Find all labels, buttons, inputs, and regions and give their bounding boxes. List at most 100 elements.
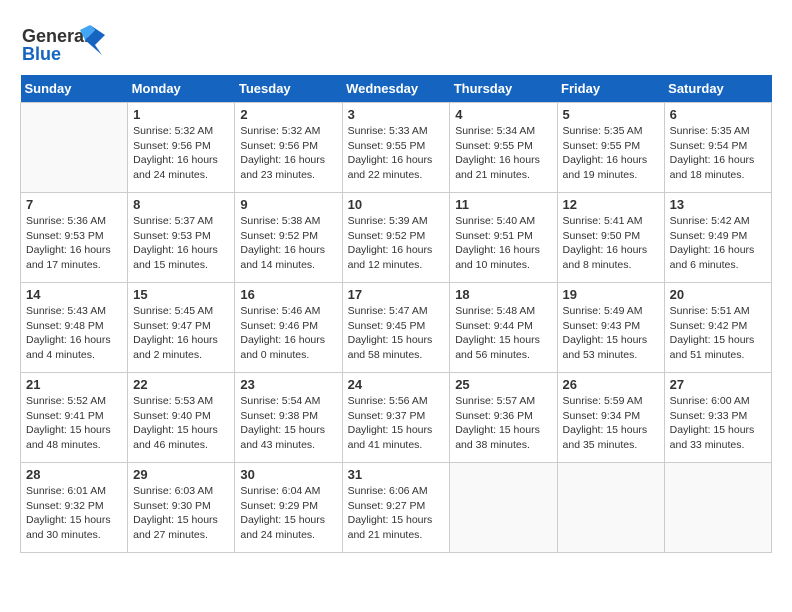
daylight: Daylight: 16 hours and 17 minutes.: [26, 244, 111, 271]
calendar-cell: 9 Sunrise: 5:38 AMSunset: 9:52 PMDaylight…: [235, 193, 342, 283]
day-number: 3: [348, 107, 445, 122]
sunset: Sunset: 9:50 PM: [563, 230, 641, 242]
calendar-cell: 4 Sunrise: 5:34 AMSunset: 9:55 PMDaylight…: [450, 103, 557, 193]
sunrise: Sunrise: 5:48 AM: [455, 305, 535, 317]
day-info: Sunrise: 5:33 AMSunset: 9:55 PMDaylight:…: [348, 124, 445, 183]
day-number: 26: [563, 377, 659, 392]
calendar-week-row: 7 Sunrise: 5:36 AMSunset: 9:53 PMDaylight…: [21, 193, 772, 283]
sunrise: Sunrise: 5:49 AM: [563, 305, 643, 317]
day-number: 21: [26, 377, 122, 392]
day-number: 25: [455, 377, 551, 392]
day-number: 19: [563, 287, 659, 302]
day-info: Sunrise: 5:59 AMSunset: 9:34 PMDaylight:…: [563, 394, 659, 453]
day-info: Sunrise: 5:36 AMSunset: 9:53 PMDaylight:…: [26, 214, 122, 273]
day-number: 9: [240, 197, 336, 212]
svg-text:Blue: Blue: [22, 44, 61, 64]
daylight: Daylight: 15 hours and 35 minutes.: [563, 424, 648, 451]
day-info: Sunrise: 5:46 AMSunset: 9:46 PMDaylight:…: [240, 304, 336, 363]
sunset: Sunset: 9:45 PM: [348, 320, 426, 332]
day-info: Sunrise: 5:41 AMSunset: 9:50 PMDaylight:…: [563, 214, 659, 273]
sunrise: Sunrise: 5:39 AM: [348, 215, 428, 227]
daylight: Daylight: 15 hours and 43 minutes.: [240, 424, 325, 451]
sunrise: Sunrise: 5:32 AM: [133, 125, 213, 137]
day-info: Sunrise: 6:03 AMSunset: 9:30 PMDaylight:…: [133, 484, 229, 543]
sunset: Sunset: 9:38 PM: [240, 410, 318, 422]
calendar-cell: 26 Sunrise: 5:59 AMSunset: 9:34 PMDayligh…: [557, 373, 664, 463]
calendar-cell: 13Sunrise: 5:42 AMSunset: 9:49 PMDayligh…: [664, 193, 771, 283]
daylight: Daylight: 16 hours and 14 minutes.: [240, 244, 325, 271]
weekday-header: Friday: [557, 75, 664, 103]
sunset: Sunset: 9:34 PM: [563, 410, 641, 422]
svg-text:General: General: [22, 26, 89, 46]
sunset: Sunset: 9:51 PM: [455, 230, 533, 242]
calendar-cell: 1Sunrise: 5:32 AMSunset: 9:56 PMDaylight…: [128, 103, 235, 193]
daylight: Daylight: 15 hours and 48 minutes.: [26, 424, 111, 451]
day-number: 8: [133, 197, 229, 212]
sunset: Sunset: 9:47 PM: [133, 320, 211, 332]
day-info: Sunrise: 5:38 AMSunset: 9:52 PMDaylight:…: [240, 214, 336, 273]
sunrise: Sunrise: 5:53 AM: [133, 395, 213, 407]
day-info: Sunrise: 6:04 AMSunset: 9:29 PMDaylight:…: [240, 484, 336, 543]
daylight: Daylight: 16 hours and 4 minutes.: [26, 334, 111, 361]
calendar-cell: 21Sunrise: 5:52 AMSunset: 9:41 PMDayligh…: [21, 373, 128, 463]
daylight: Daylight: 16 hours and 18 minutes.: [670, 154, 755, 181]
sunset: Sunset: 9:56 PM: [133, 140, 211, 152]
sunrise: Sunrise: 5:45 AM: [133, 305, 213, 317]
sunset: Sunset: 9:40 PM: [133, 410, 211, 422]
sunrise: Sunrise: 6:04 AM: [240, 485, 320, 497]
day-number: 2: [240, 107, 336, 122]
day-number: 28: [26, 467, 122, 482]
day-info: Sunrise: 5:47 AMSunset: 9:45 PMDaylight:…: [348, 304, 445, 363]
daylight: Daylight: 16 hours and 10 minutes.: [455, 244, 540, 271]
weekday-header: Tuesday: [235, 75, 342, 103]
day-number: 4: [455, 107, 551, 122]
calendar-week-row: 28Sunrise: 6:01 AMSunset: 9:32 PMDayligh…: [21, 463, 772, 553]
calendar-cell: 22 Sunrise: 5:53 AM Sunset: 9:40 PM Dayligh…: [128, 373, 235, 463]
daylight: Daylight: 15 hours and 56 minutes.: [455, 334, 540, 361]
calendar-cell: 8Sunrise: 5:37 AMSunset: 9:53 PMDaylight…: [128, 193, 235, 283]
sunrise: Sunrise: 5:52 AM: [26, 395, 106, 407]
day-info: Sunrise: 5:49 AMSunset: 9:43 PMDaylight:…: [563, 304, 659, 363]
sunset: Sunset: 9:32 PM: [26, 500, 104, 512]
day-info: Sunrise: 5:35 AMSunset: 9:55 PMDaylight:…: [563, 124, 659, 183]
day-number: 12: [563, 197, 659, 212]
day-info: Sunrise: 5:56 AMSunset: 9:37 PMDaylight:…: [348, 394, 445, 453]
calendar-cell: 28Sunrise: 6:01 AMSunset: 9:32 PMDayligh…: [21, 463, 128, 553]
day-number: 15: [133, 287, 229, 302]
calendar-week-row: 21Sunrise: 5:52 AMSunset: 9:41 PMDayligh…: [21, 373, 772, 463]
sunrise: Sunrise: 5:46 AM: [240, 305, 320, 317]
day-number: 22: [133, 377, 229, 392]
day-number: 7: [26, 197, 122, 212]
sunrise: Sunrise: 5:34 AM: [455, 125, 535, 137]
sunrise: Sunrise: 5:57 AM: [455, 395, 535, 407]
sunrise: Sunrise: 5:40 AM: [455, 215, 535, 227]
day-number: 24: [348, 377, 445, 392]
sunrise: Sunrise: 5:54 AM: [240, 395, 320, 407]
daylight: Daylight: 15 hours and 46 minutes.: [133, 424, 218, 451]
page-header: General Blue: [20, 20, 772, 65]
daylight: Daylight: 16 hours and 2 minutes.: [133, 334, 218, 361]
day-info: Sunrise: 5:42 AMSunset: 9:49 PMDaylight:…: [670, 214, 766, 273]
calendar-cell: 15 Sunrise: 5:45 AM Sunset: 9:47 PM Dayligh…: [128, 283, 235, 373]
sunset: Sunset: 9:29 PM: [240, 500, 318, 512]
day-number: 6: [670, 107, 766, 122]
sunrise: Sunrise: 5:41 AM: [563, 215, 643, 227]
calendar-cell: 20Sunrise: 5:51 AMSunset: 9:42 PMDayligh…: [664, 283, 771, 373]
calendar-table: SundayMondayTuesdayWednesdayThursdayFrid…: [20, 75, 772, 553]
sunrise: Sunrise: 5:35 AM: [563, 125, 643, 137]
day-info: Sunrise: 5:35 AMSunset: 9:54 PMDaylight:…: [670, 124, 766, 183]
day-info: Sunrise: 5:34 AMSunset: 9:55 PMDaylight:…: [455, 124, 551, 183]
sunset: Sunset: 9:36 PM: [455, 410, 533, 422]
calendar-cell: 24 Sunrise: 5:56 AMSunset: 9:37 PMDayligh…: [342, 373, 450, 463]
day-info: Sunrise: 5:45 AM Sunset: 9:47 PM Daylight:…: [133, 304, 229, 363]
sunrise: Sunrise: 5:36 AM: [26, 215, 106, 227]
daylight: Daylight: 15 hours and 27 minutes.: [133, 514, 218, 541]
daylight: Daylight: 15 hours and 51 minutes.: [670, 334, 755, 361]
sunrise: Sunrise: 5:42 AM: [670, 215, 750, 227]
day-number: 10: [348, 197, 445, 212]
sunrise: Sunrise: 5:51 AM: [670, 305, 750, 317]
calendar-cell: 10Sunrise: 5:39 AMSunset: 9:52 PMDayligh…: [342, 193, 450, 283]
daylight: Daylight: 16 hours and 0 minutes.: [240, 334, 325, 361]
daylight: Daylight: 16 hours and 12 minutes.: [348, 244, 433, 271]
sunset: Sunset: 9:33 PM: [670, 410, 748, 422]
